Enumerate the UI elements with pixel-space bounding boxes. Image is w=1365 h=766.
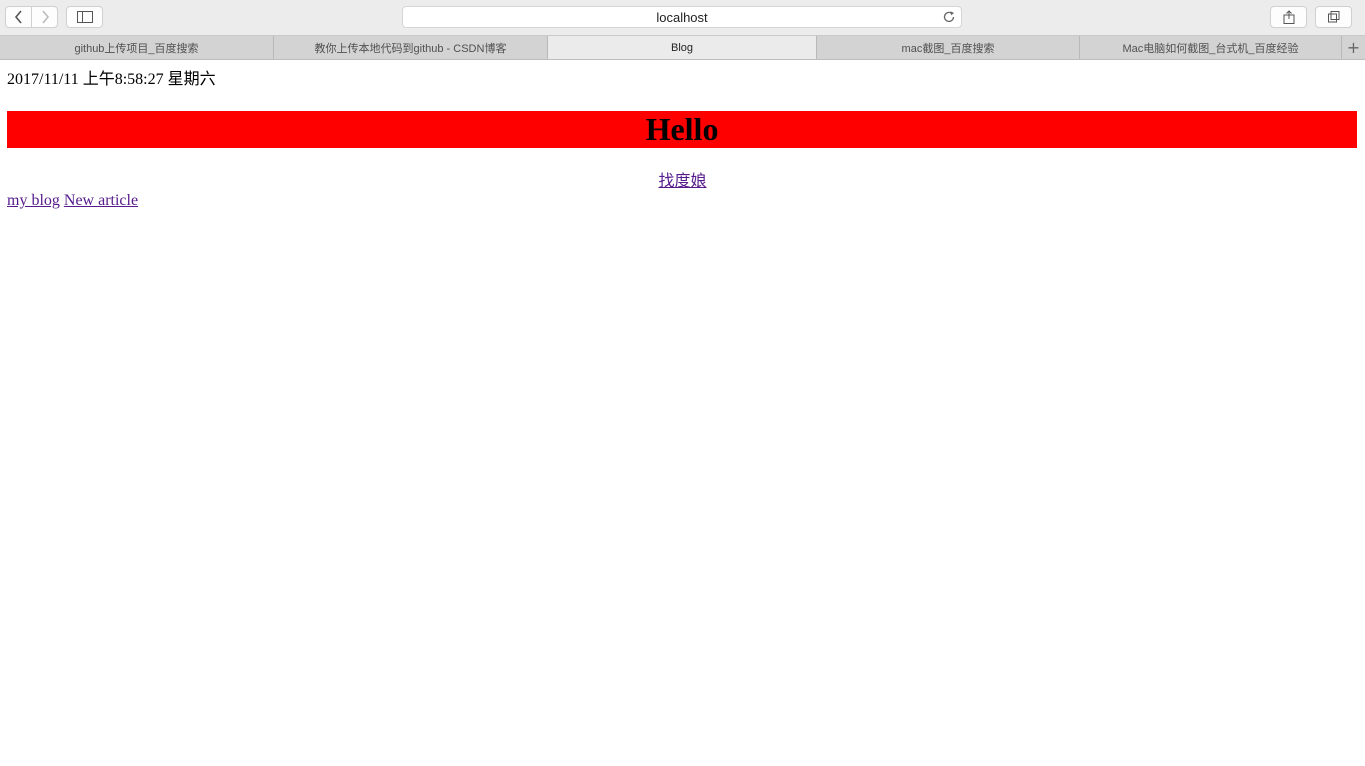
back-icon [14, 10, 22, 24]
page-heading: Hello [645, 111, 719, 147]
share-button[interactable] [1270, 6, 1307, 28]
address-bar[interactable]: localhost [402, 6, 962, 28]
tab-label: mac截图_百度搜索 [901, 42, 995, 55]
tab-csdn[interactable]: 教你上传本地代码到github - CSDN博客 [274, 36, 548, 59]
browser-toolbar: localhost [0, 0, 1365, 36]
nav-links: my blog New article [7, 191, 138, 211]
new-tab-button[interactable]: + [1342, 36, 1365, 59]
sidebar-button[interactable] [66, 6, 103, 28]
forward-button[interactable] [31, 6, 58, 28]
share-icon [1283, 10, 1294, 24]
center-link-row: 找度娘 [0, 172, 1365, 192]
tabs-overview-icon [1327, 11, 1339, 23]
nav-buttons [5, 6, 58, 28]
tab-github-search[interactable]: github上传项目_百度搜索 [0, 36, 274, 59]
tab-label: Blog [670, 41, 694, 54]
tab-label: Mac电脑如何截图_台式机_百度经验 [1122, 42, 1299, 55]
tab-mac-screenshot-search[interactable]: mac截图_百度搜索 [817, 36, 1080, 59]
tab-mac-screenshot-guide[interactable]: Mac电脑如何截图_台式机_百度经验 [1080, 36, 1342, 59]
sidebar-icon [76, 11, 93, 23]
back-button[interactable] [5, 6, 32, 28]
tab-blog[interactable]: Blog [548, 36, 817, 59]
hello-banner: Hello [7, 111, 1357, 148]
baidu-link[interactable]: 找度娘 [658, 173, 706, 190]
page-content: 2017/11/11 上午8:58:27 星期六 Hello 找度娘 my bl… [0, 60, 1365, 766]
my-blog-link[interactable]: my blog [7, 192, 60, 209]
new-article-link[interactable]: New article [64, 192, 138, 209]
address-text: localhost [656, 9, 708, 25]
tab-bar: github上传项目_百度搜索 教你上传本地代码到github - CSDN博客… [0, 36, 1365, 60]
datetime-text: 2017/11/11 上午8:58:27 星期六 [7, 71, 216, 88]
tab-label: 教你上传本地代码到github - CSDN博客 [314, 42, 507, 55]
new-tab-icon: + [1346, 38, 1361, 57]
forward-icon [41, 10, 49, 24]
tab-label: github上传项目_百度搜索 [74, 42, 199, 55]
reload-icon[interactable] [942, 10, 956, 24]
tabs-overview-button[interactable] [1315, 6, 1352, 28]
